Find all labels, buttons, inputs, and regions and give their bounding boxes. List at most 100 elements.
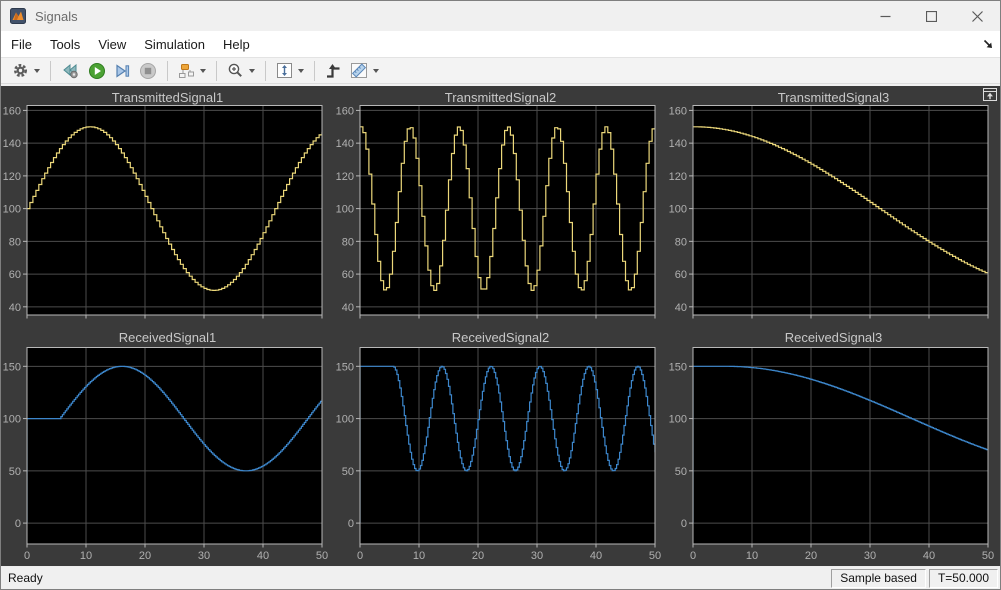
x-tick-label: 30 <box>198 550 210 562</box>
fit-to-view-icon <box>276 62 293 79</box>
step-forward-icon <box>114 63 131 79</box>
step-back-button[interactable] <box>58 59 83 83</box>
plot-grid: TransmittedSignal1406080100120140160Tran… <box>1 86 1000 568</box>
toolbar-separator <box>167 61 168 81</box>
status-mode-badge: Sample based <box>831 569 926 588</box>
plot-axes[interactable]: 406080100120140160 <box>334 105 667 322</box>
menu-item-simulation[interactable]: Simulation <box>144 37 205 52</box>
trigger-icon <box>325 63 342 79</box>
plot-cell-TransmittedSignal3: TransmittedSignal3406080100120140160 <box>667 86 1000 322</box>
menu-item-tools[interactable]: Tools <box>50 37 80 52</box>
dock-scope-icon[interactable] <box>982 38 994 50</box>
fit-to-view-button[interactable] <box>273 59 307 83</box>
y-tick-label: 100 <box>336 204 354 216</box>
plot-cell-ReceivedSignal1: ReceivedSignal101020304050050100150 <box>1 322 334 568</box>
y-tick-label: 80 <box>675 236 687 248</box>
highlight-simulink-block-icon <box>178 63 195 79</box>
plot-cell-ReceivedSignal3: ReceivedSignal301020304050050100150 <box>667 322 1000 568</box>
x-tick-label: 0 <box>24 550 30 562</box>
step-back-icon <box>61 62 80 79</box>
y-tick-label: 150 <box>336 361 354 373</box>
x-tick-label: 30 <box>864 550 876 562</box>
stop-icon <box>139 62 157 80</box>
highlight-simulink-block-button[interactable] <box>175 59 209 83</box>
minimize-button[interactable] <box>862 1 908 31</box>
chevron-down-icon <box>200 69 206 73</box>
x-tick-label: 20 <box>472 550 484 562</box>
plot-title: TransmittedSignal1 <box>1 86 334 105</box>
y-tick-label: 80 <box>9 236 21 248</box>
x-tick-label: 30 <box>531 550 543 562</box>
y-tick-label: 150 <box>3 361 21 373</box>
window-title: Signals <box>35 9 78 24</box>
y-tick-label: 160 <box>3 105 21 117</box>
y-tick-label: 160 <box>336 105 354 117</box>
title-bar: Signals <box>1 1 1000 31</box>
y-tick-label: 60 <box>675 269 687 281</box>
y-tick-label: 0 <box>681 518 687 530</box>
x-tick-label: 10 <box>80 550 92 562</box>
plot-axes[interactable]: 01020304050050100150 <box>1 345 334 568</box>
zoom-icon <box>227 62 244 79</box>
plot-cell-TransmittedSignal2: TransmittedSignal2406080100120140160 <box>334 86 667 322</box>
run-button[interactable] <box>85 59 109 83</box>
plot-axes[interactable]: 01020304050050100150 <box>667 345 1000 568</box>
menu-item-view[interactable]: View <box>98 37 126 52</box>
trigger-button[interactable] <box>322 59 345 83</box>
zoom-button[interactable] <box>224 59 258 83</box>
maximize-axes-icon[interactable] <box>983 88 997 101</box>
x-tick-label: 50 <box>649 550 661 562</box>
plot-cell-ReceivedSignal2: ReceivedSignal201020304050050100150 <box>334 322 667 568</box>
y-tick-label: 40 <box>675 302 687 314</box>
plot-title: ReceivedSignal2 <box>334 322 667 345</box>
y-tick-label: 100 <box>669 204 687 216</box>
x-tick-label: 50 <box>316 550 328 562</box>
toolbar <box>1 57 1000 84</box>
measurements-button[interactable] <box>347 59 382 83</box>
settings-gear-icon <box>12 62 29 79</box>
scope-window: Signals File Tools View Simulation Help Tran… <box>0 0 1001 590</box>
x-tick-label: 20 <box>139 550 151 562</box>
toolbar-separator <box>314 61 315 81</box>
x-tick-label: 40 <box>590 550 602 562</box>
window-controls <box>862 1 1000 31</box>
y-tick-label: 140 <box>3 138 21 150</box>
y-tick-label: 50 <box>9 466 21 478</box>
plot-title: TransmittedSignal2 <box>334 86 667 105</box>
plot-axes[interactable]: 406080100120140160 <box>667 105 1000 322</box>
x-tick-label: 10 <box>746 550 758 562</box>
y-tick-label: 120 <box>336 171 354 183</box>
chevron-down-icon <box>298 69 304 73</box>
y-tick-label: 40 <box>9 302 21 314</box>
y-tick-label: 60 <box>342 269 354 281</box>
stop-button[interactable] <box>136 59 160 83</box>
y-tick-label: 60 <box>9 269 21 281</box>
status-message: Ready <box>8 571 43 585</box>
plot-canvas: TransmittedSignal1406080100120140160Tran… <box>1 86 1000 568</box>
y-tick-label: 50 <box>342 466 354 478</box>
x-tick-label: 20 <box>805 550 817 562</box>
maximize-button[interactable] <box>908 1 954 31</box>
step-forward-button[interactable] <box>111 59 134 83</box>
toolbar-separator <box>265 61 266 81</box>
plot-title: ReceivedSignal1 <box>1 322 334 345</box>
toolbar-separator <box>50 61 51 81</box>
menu-item-file[interactable]: File <box>11 37 32 52</box>
x-tick-label: 0 <box>357 550 363 562</box>
menu-item-help[interactable]: Help <box>223 37 250 52</box>
y-tick-label: 150 <box>669 361 687 373</box>
settings-gear-button[interactable] <box>9 59 43 83</box>
simulink-scope-app-icon <box>10 8 26 24</box>
y-tick-label: 100 <box>3 204 21 216</box>
plot-axes[interactable]: 01020304050050100150 <box>334 345 667 568</box>
run-icon <box>88 62 106 80</box>
x-tick-label: 10 <box>413 550 425 562</box>
y-tick-label: 120 <box>669 171 687 183</box>
y-tick-label: 100 <box>336 414 354 426</box>
y-tick-label: 140 <box>669 138 687 150</box>
plot-axes[interactable]: 406080100120140160 <box>1 105 334 322</box>
y-tick-label: 80 <box>342 236 354 248</box>
chevron-down-icon <box>34 69 40 73</box>
x-tick-label: 50 <box>982 550 994 562</box>
close-button[interactable] <box>954 1 1000 31</box>
